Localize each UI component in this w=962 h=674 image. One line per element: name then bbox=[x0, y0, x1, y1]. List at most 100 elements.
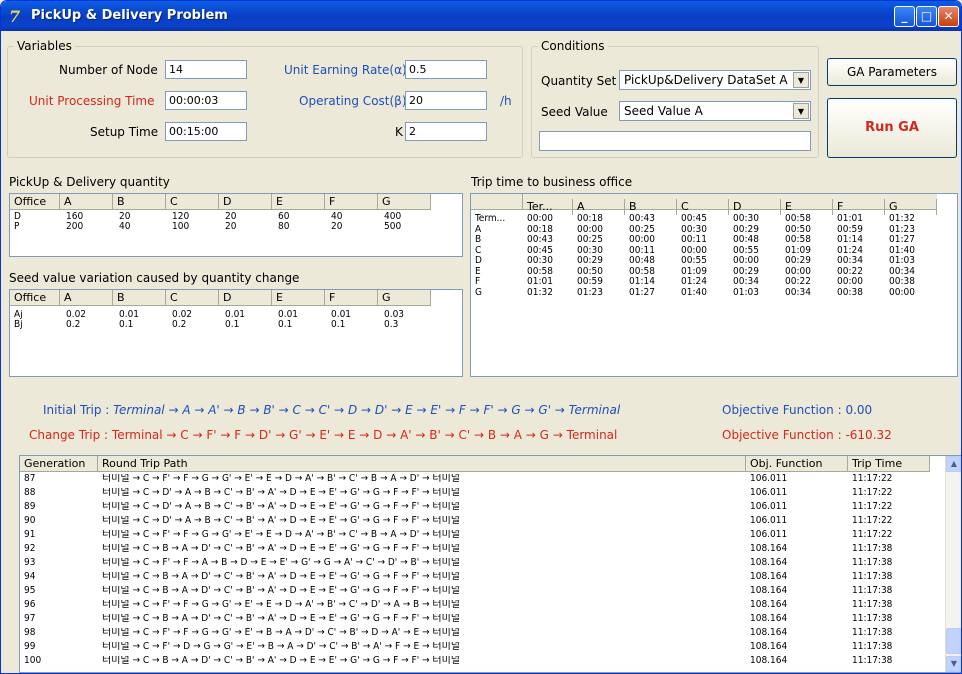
seed-variation-grid[interactable]: Office A B C D E F G Aj 0.02 0.01 0.02 0.01 0.01 0.01… bbox=[9, 289, 463, 377]
table-cell: 11:17:22 bbox=[852, 530, 893, 540]
column-header[interactable]: A bbox=[60, 194, 113, 210]
table-cell: 01:40 bbox=[889, 245, 915, 256]
column-header[interactable]: Ter... bbox=[523, 199, 573, 215]
column-header[interactable]: Office bbox=[10, 194, 60, 210]
setup-time-field[interactable]: 00:15:00 bbox=[165, 122, 247, 141]
column-header[interactable]: F bbox=[325, 290, 378, 306]
table-row[interactable]: 96 터미널 → C → F' → F → G → G' → E' → E → D… bbox=[20, 600, 930, 614]
quantity-set-select[interactable]: PickUp&Delivery DataSet A ▼ bbox=[619, 70, 811, 90]
run-ga-button[interactable]: Run GA bbox=[827, 98, 957, 158]
table-cell: 108.164 bbox=[750, 628, 788, 638]
title-bar[interactable]: 7 PickUp & Delivery Problem _ □ ✕ bbox=[1, 1, 961, 31]
column-header[interactable]: Trip Time bbox=[848, 456, 930, 472]
table-cell: D bbox=[475, 256, 482, 266]
seed-value-select[interactable]: Seed Value A ▼ bbox=[619, 101, 811, 121]
conditions-group-title: Conditions bbox=[538, 39, 608, 53]
table-cell: 00:58 bbox=[785, 214, 811, 224]
minimize-button[interactable]: _ bbox=[894, 6, 915, 27]
table-row[interactable]: 100 터미널 → C → B → A → D' → C' → B' → A' →… bbox=[20, 656, 930, 670]
conditions-extra-field[interactable] bbox=[539, 131, 811, 151]
table-row[interactable]: 91 터미널 → C → F' → F → G → G' → E' → E → D… bbox=[20, 530, 930, 544]
table-row[interactable]: 99 터미널 → C → F' → D → G → G' → E' → B → A… bbox=[20, 642, 930, 656]
column-header[interactable]: D bbox=[729, 199, 781, 215]
table-cell: 11:17:38 bbox=[852, 558, 893, 568]
unit-processing-time-field[interactable]: 00:00:03 bbox=[165, 91, 247, 110]
trip-time-title: Trip time to business office bbox=[471, 175, 633, 189]
table-cell: 00:34 bbox=[889, 266, 915, 277]
table-row[interactable]: D 00:30 00:29 00:48 00:55 00:00 00:29 00:34 01:0… bbox=[471, 256, 937, 267]
table-row[interactable]: 89 터미널 → C → D' → A → B → C' → B' → A' → … bbox=[20, 502, 930, 516]
table-row[interactable]: B 00:43 00:25 00:00 00:11 00:48 00:58 01:14 01:2… bbox=[471, 235, 937, 246]
column-header[interactable]: D bbox=[219, 290, 272, 306]
column-header[interactable]: B bbox=[625, 199, 677, 215]
unit-earning-rate-field[interactable]: 0.5 bbox=[405, 60, 487, 79]
column-header[interactable]: Generation bbox=[20, 456, 98, 472]
chevron-down-icon[interactable]: ▼ bbox=[793, 72, 809, 88]
column-header[interactable]: A bbox=[60, 290, 113, 306]
column-header[interactable]: Round Trip Path bbox=[98, 456, 746, 472]
table-row[interactable]: F 01:01 00:59 01:14 01:24 00:34 00:22 00:00 00:3… bbox=[471, 277, 937, 288]
scroll-thumb[interactable] bbox=[946, 628, 961, 654]
table-cell: 01:01 bbox=[527, 277, 553, 287]
trip-time-grid[interactable]: Ter... A B C D E F G Term... 00:00 00:18 00:43 00:4… bbox=[470, 193, 958, 377]
generations-grid[interactable]: Generation Round Trip Path Obj. Function Tr… bbox=[19, 455, 961, 673]
table-row[interactable]: 97 터미널 → C → B → A → D' → C' → B' → A' → … bbox=[20, 614, 930, 628]
chevron-down-icon[interactable]: ▼ bbox=[793, 103, 809, 119]
column-header[interactable]: Office bbox=[10, 290, 60, 306]
table-row[interactable]: C 00:45 00:30 00:11 00:00 00:55 01:09 01:24 01:4… bbox=[471, 246, 937, 257]
table-row[interactable]: Bj 0.2 0.1 0.2 0.1 0.1 0.1 0.3 bbox=[10, 320, 433, 331]
table-row[interactable]: 95 터미널 → C → B → A → D' → C' → B' → A' → … bbox=[20, 586, 930, 600]
column-header[interactable]: F bbox=[325, 194, 378, 210]
table-row[interactable]: 88 터미널 → C → D' → A → B → C' → B' → A' → … bbox=[20, 488, 930, 502]
column-header[interactable]: G bbox=[885, 199, 937, 215]
generations-scrollbar[interactable]: ▲ ▼ bbox=[945, 456, 961, 672]
table-row[interactable]: 93 터미널 → C → F' → F → A → B → D → E → E' … bbox=[20, 558, 930, 572]
number-of-node-field[interactable]: 14 bbox=[165, 60, 247, 79]
column-header[interactable]: Obj. Function bbox=[746, 456, 848, 472]
trip-time-header: Ter... A B C D E F G bbox=[471, 194, 937, 215]
k-field[interactable]: 2 bbox=[405, 122, 487, 141]
table-cell: 01:03 bbox=[733, 287, 759, 298]
table-row[interactable]: 94 터미널 → C → B → A → D' → C' → B' → A' → … bbox=[20, 572, 930, 586]
column-header[interactable]: B bbox=[113, 290, 166, 306]
column-header[interactable]: E bbox=[781, 199, 833, 215]
column-header[interactable]: C bbox=[166, 290, 219, 306]
table-row[interactable]: Term... 00:00 00:18 00:43 00:45 00:30 00:58 01:… bbox=[471, 214, 937, 225]
column-header[interactable]: C bbox=[166, 194, 219, 210]
column-header[interactable]: G bbox=[378, 194, 431, 210]
table-cell: 00:43 bbox=[629, 214, 655, 224]
column-header[interactable]: E bbox=[272, 194, 325, 210]
table-row[interactable]: A 00:18 00:00 00:25 00:30 00:29 00:50 00:59 01:2… bbox=[471, 225, 937, 236]
table-cell: 00:38 bbox=[837, 287, 863, 298]
maximize-button[interactable]: □ bbox=[916, 6, 937, 27]
table-cell: 00:30 bbox=[527, 256, 553, 266]
unit-processing-time-label: Unit Processing Time bbox=[29, 94, 155, 108]
column-header[interactable]: F bbox=[833, 199, 885, 215]
column-header[interactable]: C bbox=[677, 199, 729, 215]
scroll-down-icon[interactable]: ▼ bbox=[946, 656, 961, 672]
table-row[interactable]: G 01:32 01:23 01:27 01:40 01:03 00:34 00:38 00:0… bbox=[471, 288, 937, 299]
table-row[interactable]: 98 터미널 → C → F' → F → G → G' → E' → B → A… bbox=[20, 628, 930, 642]
table-cell: 00:30 bbox=[733, 214, 759, 224]
table-row[interactable]: 92 터미널 → C → B → A → D' → C' → B' → A' → … bbox=[20, 544, 930, 558]
column-header[interactable]: D bbox=[219, 194, 272, 210]
seed-variation-header: Office A B C D E F G bbox=[10, 290, 431, 306]
scroll-up-icon[interactable]: ▲ bbox=[946, 456, 961, 472]
operating-cost-field[interactable]: 20 bbox=[405, 91, 487, 110]
close-button[interactable]: ✕ bbox=[938, 6, 959, 27]
table-cell: 106.011 bbox=[750, 502, 788, 512]
column-header[interactable]: A bbox=[573, 199, 625, 215]
table-cell: 01:23 bbox=[889, 224, 915, 235]
column-header[interactable] bbox=[471, 194, 523, 210]
pd-quantity-grid[interactable]: Office A B C D E F G D 160 20 120 20 60 40 400 P 200 40 1… bbox=[9, 193, 463, 257]
table-row[interactable]: P 200 40 100 20 80 20 500 bbox=[10, 222, 433, 233]
initial-trip-label: Initial Trip : bbox=[43, 403, 110, 417]
column-header[interactable]: G bbox=[378, 290, 431, 306]
table-row[interactable]: 87 터미널 → C → F' → F → G → G' → E' → E → D… bbox=[20, 474, 930, 488]
table-row[interactable]: 90 터미널 → C → D' → A → B → C' → B' → A' → … bbox=[20, 516, 930, 530]
table-cell: 100 bbox=[24, 656, 42, 666]
column-header[interactable]: E bbox=[272, 290, 325, 306]
ga-parameters-button[interactable]: GA Parameters bbox=[827, 58, 957, 86]
table-row[interactable]: E 00:58 00:50 00:58 01:09 00:29 00:00 00:22 00:3… bbox=[471, 267, 937, 278]
column-header[interactable]: B bbox=[113, 194, 166, 210]
